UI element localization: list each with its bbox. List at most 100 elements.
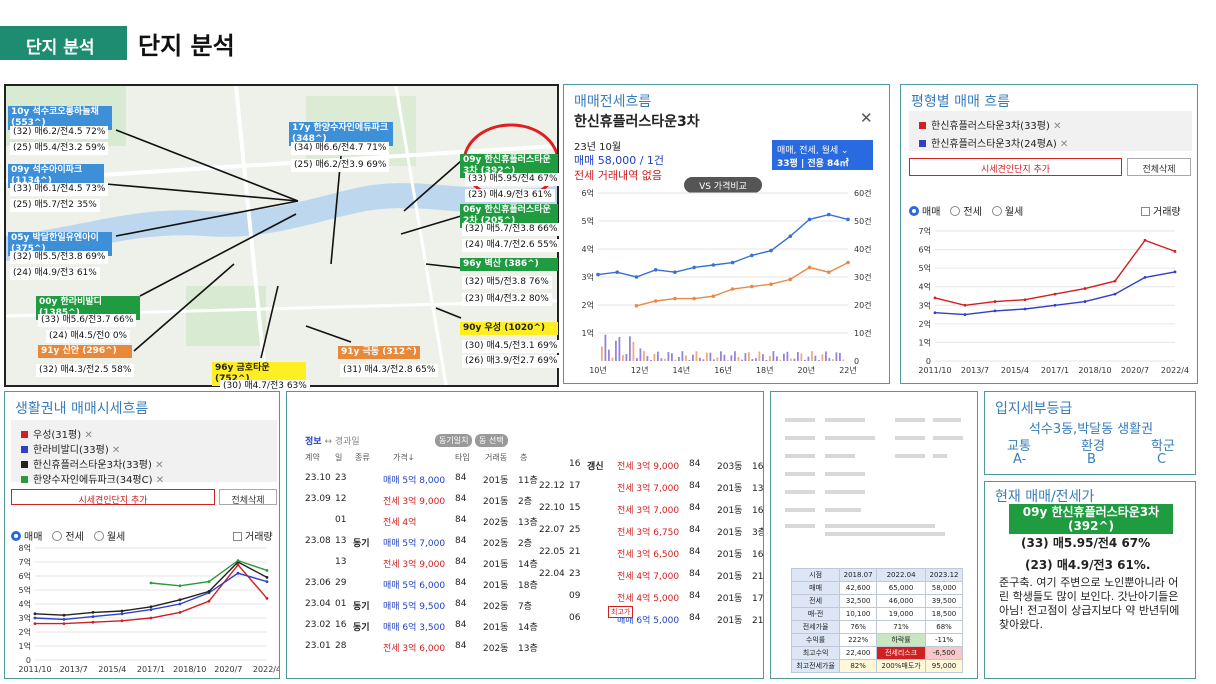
life-add-complex-button[interactable]: 시세견인단지 추가 [11, 489, 215, 506]
volume-bar [706, 352, 708, 361]
cell-f: 17층 [752, 594, 764, 604]
table-row[interactable]: 22.05 21 전세 3억 6,500 84 201동 16층 [539, 547, 763, 561]
life-chart: 0 1억 2억 3억 4억 5억 6억 7억 8억 2011/10 2013/7 2015/4 2017… [18, 543, 279, 674]
radio-1[interactable]: 전세 [950, 206, 982, 218]
legend-item: 한양수자인에듀파크(34평C) ✕ [21, 471, 164, 486]
radio-2[interactable]: 월세 [991, 206, 1023, 218]
legend-swatch [21, 431, 28, 438]
remove-icon[interactable]: ✕ [1050, 121, 1061, 132]
life-delete-all-button[interactable]: 전체삭제 [219, 489, 277, 506]
volume-bar [734, 351, 736, 361]
series-point [149, 605, 153, 609]
cell-p: 전세 3억 6,750 [617, 528, 680, 538]
life-volume-toggle[interactable]: 거래량 [233, 528, 273, 543]
add-complex-button[interactable]: 시세견인단지 추가 [909, 158, 1122, 176]
y-tick-label: 5억 [919, 263, 931, 273]
table-row[interactable]: 22.07 25 전세 3억 6,750 84 201동 3층 [539, 525, 763, 539]
cell-f: 13층 [518, 518, 538, 528]
volume-bar [657, 351, 659, 361]
series-point [750, 284, 754, 289]
series-point [711, 263, 716, 267]
table-row[interactable]: 13 전세 3억 9,000 84 201동 14층 [305, 557, 545, 571]
table-row[interactable]: 23.10 23 매매 5억 8,000 84 201동 11층 [305, 473, 545, 487]
cell-k: 동기 [353, 623, 370, 633]
series-point [62, 622, 66, 625]
series-point [33, 622, 37, 625]
page-title: 단지 분석 [138, 32, 235, 60]
cell-p: 매매 5억 6,000 [383, 581, 446, 591]
stats-cell: 76% [839, 620, 878, 634]
deals-header-cell: 타입 [455, 453, 470, 462]
filter-dropdown[interactable]: 매매, 전세, 월세 ⌄ 33평 | 전용 84㎡ [772, 140, 873, 170]
cell-f: 21층 [752, 616, 764, 626]
table-row[interactable]: 22.12 17 전세 3억 7,000 84 201동 13층 [539, 481, 763, 495]
table-row[interactable]: 23.06 29 매매 5억 6,000 84 201동 18층 [305, 578, 545, 592]
table-row[interactable]: 23.08 13 동기 매매 5억 7,000 84 202동 2층 [305, 536, 545, 550]
y-right-tick: 10건 [854, 328, 872, 338]
volume-bar [730, 355, 733, 361]
table-row[interactable]: 16 갱신 전세 3억 9,000 84 203동 16층 [539, 459, 763, 473]
volume-bar [622, 354, 624, 361]
series-point [91, 620, 95, 624]
radio-0[interactable]: 매매 [909, 206, 941, 218]
volume-bar [776, 356, 778, 361]
table-row[interactable]: 23.09 12 전세 3억 9,000 84 201동 2층 [305, 494, 545, 508]
remove-icon[interactable]: ✕ [153, 475, 164, 486]
table-row[interactable]: 22.10 15 전세 3억 7,000 84 201동 16층 [539, 503, 764, 517]
x-tick-label: 2020/7 [214, 665, 242, 674]
sync-pill[interactable]: 동기일치 [435, 434, 473, 447]
radio-label: 매매 [922, 207, 941, 218]
x-tick-label: 2020/7 [1121, 366, 1149, 375]
delete-all-button[interactable]: 전체삭제 [1127, 158, 1191, 176]
volume-bar [751, 358, 754, 361]
volume-bar [779, 359, 782, 361]
stats-header-cell: 2023.12 [925, 568, 963, 582]
legend-item: 한신휴플러스타운3차(33평) ✕ [21, 456, 163, 471]
y-tick-label: 6억 [919, 245, 931, 255]
table-row[interactable]: 01 전세 4억 84 202동 13층 [305, 515, 545, 529]
current-memo: 준구축. 여기 주변으로 노인뿐아니라 어린 학생들도 많이 보인다. 갓난아기… [999, 576, 1180, 631]
series-point [673, 296, 677, 301]
table-row[interactable]: 23.02 16 동기 매매 6억 3,500 84 201동 14층 [305, 620, 545, 634]
remove-icon[interactable]: ✕ [1057, 139, 1068, 150]
stats-cell: 65,000 [876, 581, 927, 595]
tab-elapsed[interactable]: 경과일 [335, 437, 360, 447]
cell-f: 16층 [752, 506, 764, 516]
cell-d: 13 [335, 557, 347, 567]
cell-d: 15 [569, 503, 581, 513]
x-tick-label: 14년 [673, 365, 691, 375]
radio-icon [950, 206, 961, 216]
series-point [933, 296, 937, 300]
stats-row: 수익률 222% 하락률 -11% [790, 633, 963, 647]
y-left-tick: 5억 [582, 216, 594, 226]
series-point [993, 309, 997, 313]
remove-icon[interactable]: ✕ [109, 445, 120, 456]
table-row[interactable]: 06매매 6억 5,00084201동21층 [539, 613, 764, 627]
volume-bar [839, 352, 841, 361]
table-row[interactable]: 22.04 23 전세 4억 7,000 84 201동 21층 [539, 569, 764, 583]
tab-info[interactable]: 정보 [305, 437, 322, 447]
table-row[interactable]: 23.01 28 전세 3억 6,000 84 202동 13층 [305, 641, 545, 655]
y-left-tick: 2억 [582, 300, 594, 310]
remove-icon[interactable]: ✕ [81, 430, 92, 441]
volume-bar [660, 358, 663, 361]
table-row[interactable]: 23.04 01 동기 매매 5억 9,500 84 202동 7층 [305, 599, 545, 613]
volume-bar [636, 358, 638, 361]
table-row[interactable]: 09 전세 4억 5,000 84 201동 17층 [539, 591, 764, 605]
dong-select-pill[interactable]: 동 선택 [475, 434, 508, 447]
close-icon[interactable]: ✕ [860, 109, 873, 127]
stats-cell: 58,000 [925, 581, 963, 595]
cell-t: 84 [455, 641, 467, 651]
series-point [1023, 307, 1027, 311]
flow-chart: 1억 2억 3억 4억 5억 6억 0 10건 20건 30건 40건 50건 60건 10년 12년 14년… [582, 188, 872, 375]
series-point [846, 260, 850, 265]
cell-d: 12 [335, 494, 347, 504]
cell-f: 21층 [752, 572, 764, 582]
section-tag: 단지 분석 [0, 26, 127, 60]
y-tick-label: 0 [26, 656, 31, 665]
map-price-text: (25) 매5.7/전2 35% [10, 199, 100, 212]
cell-dong: 201동 [717, 528, 743, 538]
remove-icon[interactable]: ✕ [152, 460, 163, 471]
life-area-panel: 생활권내 매매시세흐름 우성(31평) ✕ 한라비발디(33평) ✕ 한신휴플러스타… [4, 391, 280, 679]
pyeong-volume-toggle[interactable]: 거래량 [1141, 203, 1181, 218]
